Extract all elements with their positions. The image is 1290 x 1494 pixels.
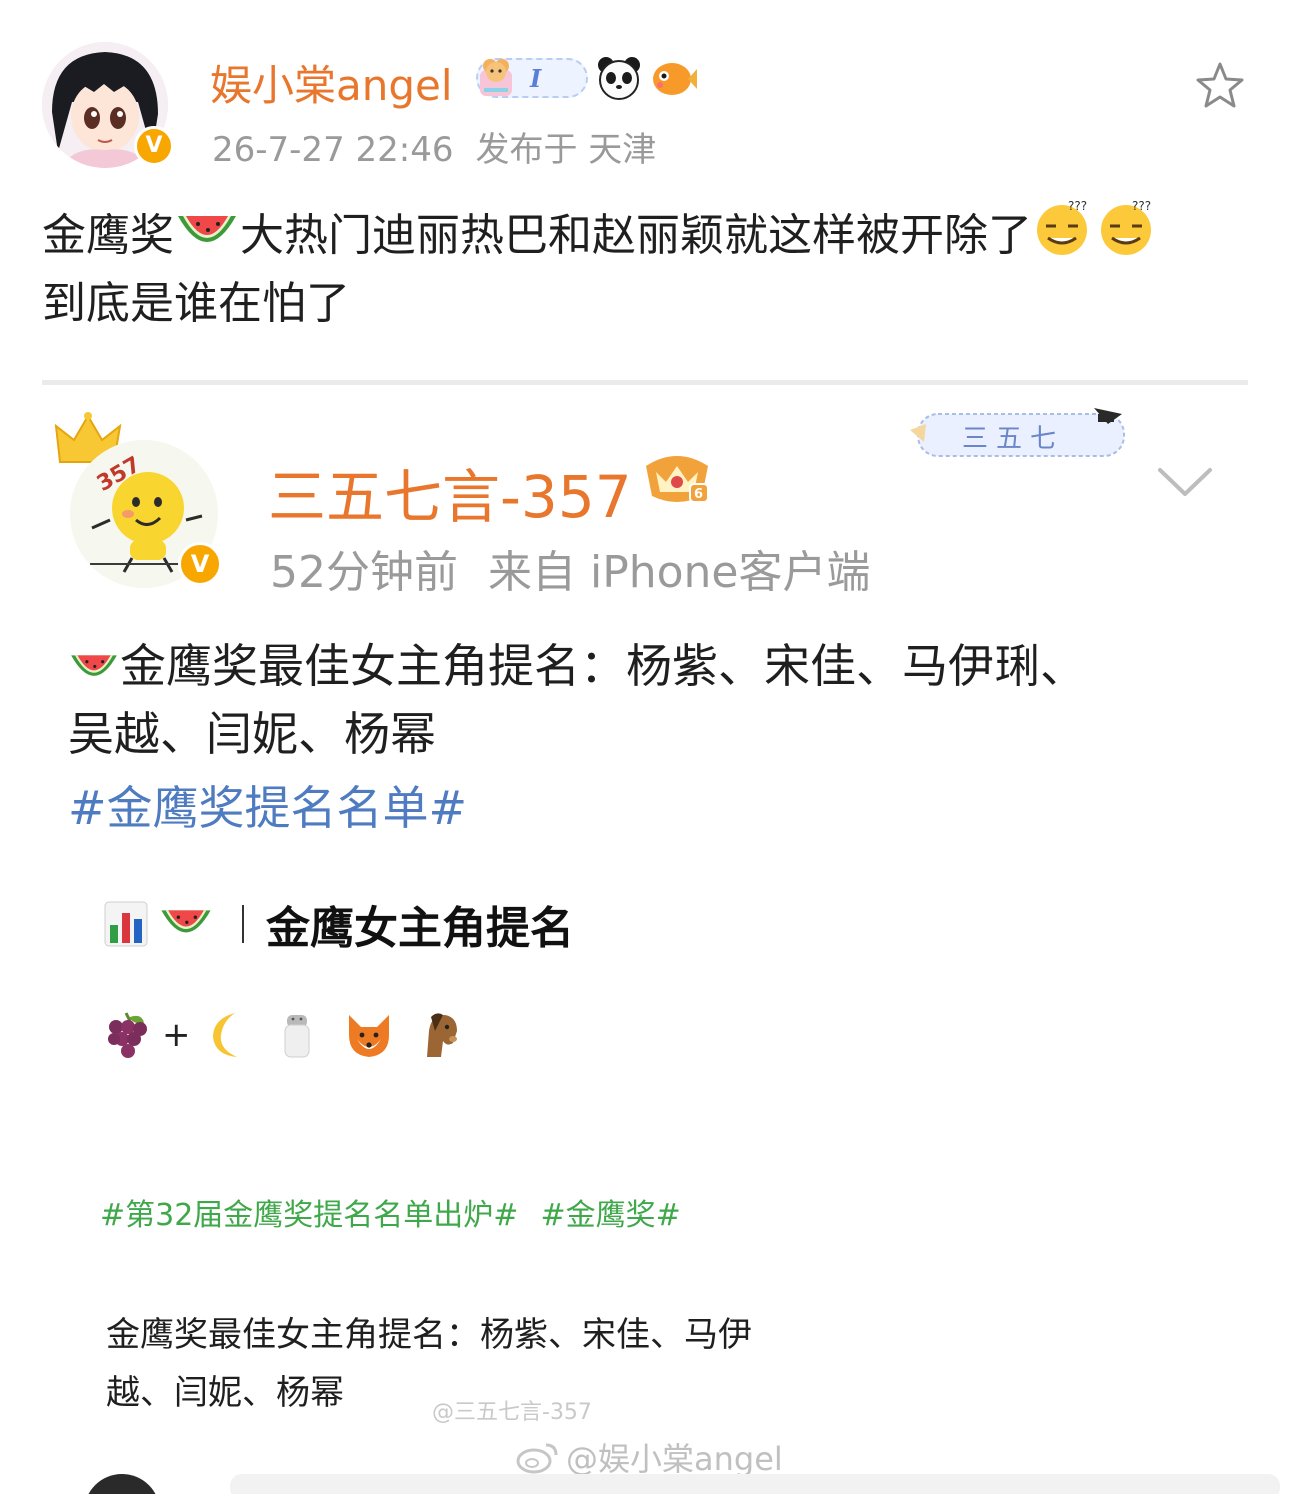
quoted-avatar-wrap[interactable]: 357 V [70, 440, 222, 588]
bear-icon [480, 59, 512, 96]
quoted-source: 来自 iPhone客户端 [488, 547, 871, 598]
post-timestamp: 26-7-27 22:46 [212, 130, 454, 170]
image-title-row: 金鹰女主角提名 [104, 892, 574, 956]
thinking-face-icon: ??? [1101, 199, 1151, 255]
post-meta: 26-7-27 22:46 发布于 天津 [212, 122, 656, 171]
watermelon-icon [178, 216, 236, 242]
weibo-logo-icon [516, 1443, 558, 1474]
image-title: 金鹰女主角提名 [266, 903, 574, 954]
quoted-body: 金鹰奖最佳女主角提名：杨紫、宋佳、马伊琍、 吴越、闫妮、杨幂 [68, 632, 1208, 768]
quoted-username[interactable]: 三五七言-357 [268, 450, 632, 534]
post-text-a: 金鹰奖 [42, 210, 174, 261]
member-pill-badge[interactable]: I [476, 58, 588, 98]
inner-watermark: @三五七言-357 [432, 1400, 592, 1425]
plus-sign: + [162, 1015, 191, 1055]
fox-icon [348, 1015, 389, 1057]
chart-icon [104, 901, 148, 947]
author-avatar-wrap[interactable]: V [42, 42, 174, 168]
next-post-avatar [84, 1474, 160, 1494]
post-location: 发布于 天津 [475, 130, 657, 170]
post-line-2: 到底是谁在怕了 [42, 278, 350, 329]
quoted-time: 52分钟前 [270, 547, 458, 598]
thinking-face-icon: ??? [1037, 199, 1087, 255]
quoted-hashtag[interactable]: #金鹰奖提名名单# [68, 772, 467, 838]
image-line-1: 金鹰奖最佳女主角提名：杨紫、宋佳、马伊 [106, 1315, 752, 1355]
quoted-line-1: 金鹰奖最佳女主角提名：杨紫、宋佳、马伊琍、 [68, 632, 1208, 700]
green-hashtags: #第32届金鹰奖提名名单出炉# #金鹰奖# [100, 1190, 681, 1234]
svg-text:???: ??? [1068, 199, 1087, 213]
divider [42, 380, 1248, 385]
verified-badge: V [134, 126, 174, 166]
post-body: 金鹰奖 大热门迪丽热巴和赵丽颖就这样被开除了?????? 到底是谁在怕了 [42, 196, 1252, 338]
quoted-verified-badge: V [178, 542, 222, 586]
watermelon-icon [71, 655, 117, 676]
grape-icon [108, 1012, 147, 1058]
moon-icon [212, 1013, 237, 1057]
post-text-b: 大热门迪丽热巴和赵丽颖就这样被开除了 [240, 210, 1032, 261]
watermelon-icon [161, 910, 211, 933]
chevron-down-icon[interactable] [1156, 462, 1214, 502]
salt-icon [284, 1015, 309, 1058]
horse-icon [426, 1013, 457, 1057]
svg-text:???: ??? [1132, 199, 1151, 213]
post-line-1: 金鹰奖 大热门迪丽热巴和赵丽颖就这样被开除了?????? [42, 196, 1252, 270]
quoted-line-2: 吴越、闫妮、杨幂 [68, 707, 436, 761]
next-post-bar [230, 1474, 1280, 1494]
rank-badge-icon: 6 [646, 456, 709, 503]
nominee-emoji-row: + [100, 1008, 465, 1062]
hashtag-32nd[interactable]: #第32届金鹰奖提名名单出炉# [100, 1198, 518, 1233]
tag-badge-text: 三五七 [962, 424, 1065, 454]
author-username[interactable]: 娱小棠angel [210, 52, 453, 113]
quoted-text-a: 金鹰奖最佳女主角提名：杨紫、宋佳、马伊琍、 [120, 639, 1086, 693]
panda-icon [598, 57, 640, 100]
member-pill-text: I [530, 64, 542, 93]
star-icon[interactable] [1192, 58, 1248, 114]
title-separator [242, 905, 244, 943]
svg-text:6: 6 [694, 487, 703, 502]
author-badges: I [476, 55, 698, 101]
quoted-meta: 52分钟前 来自 iPhone客户端 [270, 536, 871, 600]
fish-icon [653, 63, 697, 95]
hashtag-golden-eagle[interactable]: #金鹰奖# [540, 1198, 680, 1233]
